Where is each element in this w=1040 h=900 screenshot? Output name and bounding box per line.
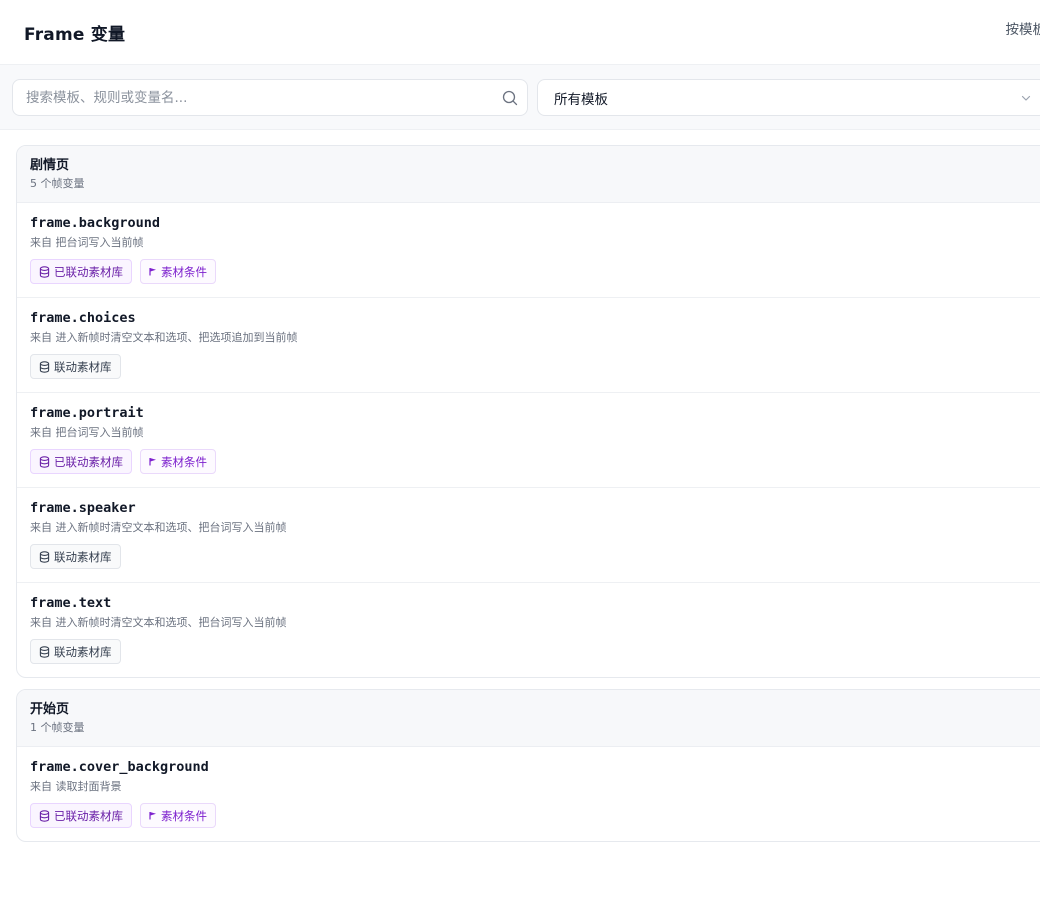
tag-label: 素材条件	[161, 264, 207, 279]
linked-library-badge[interactable]: 已联动素材库	[30, 803, 132, 828]
variable-source: 来自 把台词写入当前帧	[30, 236, 144, 249]
variable-source: 来自 把台词写入当前帧	[30, 426, 144, 439]
search-input[interactable]	[26, 89, 476, 106]
link-library-button[interactable]: 联动素材库	[30, 639, 121, 664]
variable-row[interactable]: frame.choices 来自 进入新帧时清空文本和选项、把选项追加到当前帧联动…	[17, 298, 1040, 393]
flag-icon	[149, 267, 161, 276]
group-name: 开始页	[30, 702, 70, 717]
variable-name: frame.text	[30, 595, 112, 611]
variable-row[interactable]: frame.text 来自 进入新帧时清空文本和选项、把台词写入当前帧联动素材库	[17, 583, 1040, 677]
tag-label: 已联动素材库	[54, 264, 123, 279]
variable-source: 来自 读取封面背景	[30, 780, 122, 793]
link-library-button[interactable]: 联动素材库	[30, 354, 121, 379]
page-title: Frame 变量	[24, 24, 126, 45]
asset-condition-button[interactable]: 素材条件	[140, 449, 216, 474]
frame-variables-panel: Frame 变量 按模板 所有模板 剧情页 5 个帧变量 frame.backgro…	[0, 0, 1040, 900]
variable-tags: 已联动素材库 素材条件	[30, 803, 1040, 828]
database-icon	[39, 550, 54, 563]
variable-group: 开始页 1 个帧变量 frame.cover_background 来自 读取封面背景…	[16, 689, 1040, 842]
search-box[interactable]	[12, 79, 528, 116]
search-icon[interactable]	[501, 89, 519, 107]
variable-tags: 联动素材库	[30, 544, 1040, 569]
tag-label: 已联动素材库	[54, 454, 123, 469]
tag-label: 联动素材库	[54, 549, 112, 564]
database-icon	[39, 265, 54, 278]
chevron-down-icon	[1021, 95, 1031, 101]
link-library-button[interactable]: 联动素材库	[30, 544, 121, 569]
variable-row[interactable]: frame.cover_background 来自 读取封面背景已联动素材库 素材条…	[17, 747, 1040, 841]
group-header: 开始页 1 个帧变量	[17, 690, 1040, 747]
template-select-value: 所有模板	[554, 91, 608, 108]
group-header: 剧情页 5 个帧变量	[17, 146, 1040, 203]
variable-name: frame.portrait	[30, 405, 144, 421]
group-count: 1 个帧变量	[30, 721, 85, 734]
tag-label: 联动素材库	[54, 359, 112, 374]
filter-bar: 所有模板	[0, 65, 1040, 130]
asset-condition-button[interactable]: 素材条件	[140, 259, 216, 284]
variable-row[interactable]: frame.portrait 来自 把台词写入当前帧 已联动素材库 素材条件	[17, 393, 1040, 488]
flag-icon	[149, 457, 161, 466]
group-by-template-button[interactable]: 按模板	[1006, 18, 1040, 38]
variable-row[interactable]: frame.background 来自 把台词写入当前帧 已联动素材库 素材条件	[17, 203, 1040, 298]
variable-source: 来自 进入新帧时清空文本和选项、把选项追加到当前帧	[30, 331, 298, 344]
database-icon	[39, 645, 54, 658]
variable-name: frame.choices	[30, 310, 136, 326]
database-icon	[39, 809, 54, 822]
tag-label: 素材条件	[161, 808, 207, 823]
variable-tags: 已联动素材库 素材条件	[30, 449, 1040, 474]
variable-row[interactable]: frame.speaker 来自 进入新帧时清空文本和选项、把台词写入当前帧联动素…	[17, 488, 1040, 583]
variable-tags: 联动素材库	[30, 354, 1040, 379]
group-count: 5 个帧变量	[30, 177, 85, 190]
variable-name: frame.background	[30, 215, 161, 231]
variable-source: 来自 进入新帧时清空文本和选项、把台词写入当前帧	[30, 521, 287, 534]
variable-name: frame.speaker	[30, 500, 136, 516]
linked-library-badge[interactable]: 已联动素材库	[30, 449, 132, 474]
variable-group: 剧情页 5 个帧变量 frame.background 来自 把台词写入当前帧 已联动素…	[16, 145, 1040, 678]
linked-library-badge[interactable]: 已联动素材库	[30, 259, 132, 284]
tag-label: 素材条件	[161, 454, 207, 469]
asset-condition-button[interactable]: 素材条件	[140, 803, 216, 828]
group-name: 剧情页	[30, 158, 70, 173]
panel-header: Frame 变量 按模板	[0, 0, 1040, 65]
variable-tags: 联动素材库	[30, 639, 1040, 664]
tag-label: 联动素材库	[54, 644, 112, 659]
flag-icon	[149, 811, 161, 820]
database-icon	[39, 360, 54, 373]
tag-label: 已联动素材库	[54, 808, 123, 823]
database-icon	[39, 455, 54, 468]
template-select[interactable]: 所有模板	[537, 79, 1040, 116]
variable-name: frame.cover_background	[30, 759, 209, 775]
variable-tags: 已联动素材库 素材条件	[30, 259, 1040, 284]
variable-source: 来自 进入新帧时清空文本和选项、把台词写入当前帧	[30, 616, 287, 629]
